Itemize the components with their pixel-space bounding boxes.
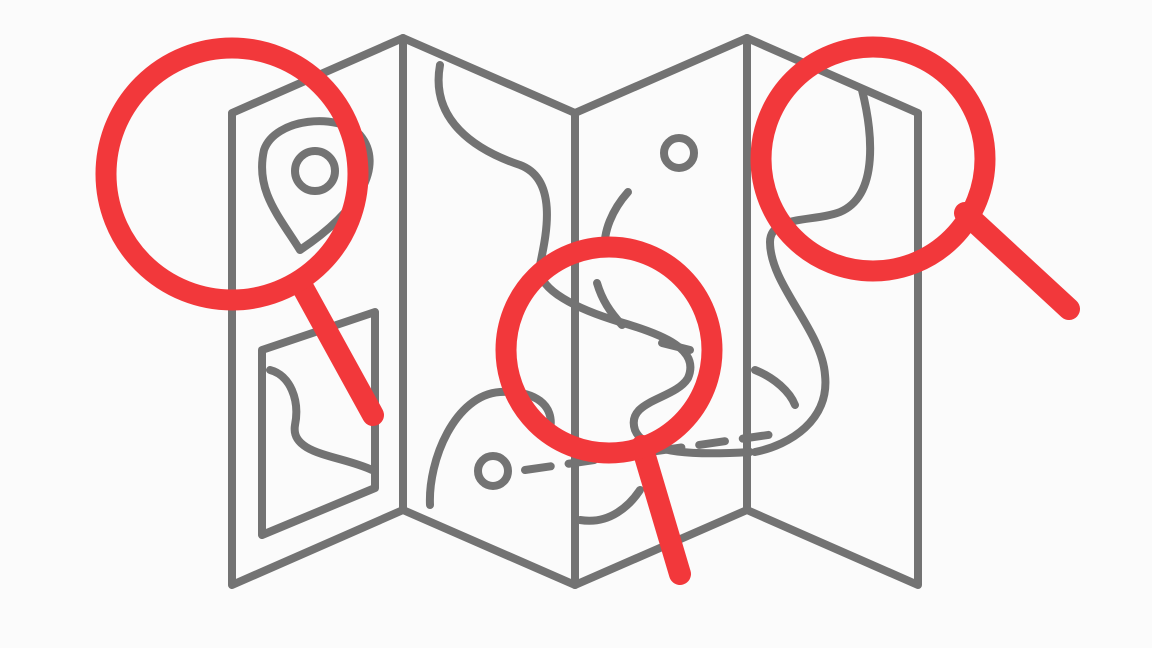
magnifying-glass-icon <box>495 236 723 585</box>
map-path-segment <box>658 339 694 354</box>
magnifier-handle <box>954 202 1080 320</box>
magnifier-handle <box>291 275 384 426</box>
illustration-stage <box>0 0 1152 648</box>
map-path-segment <box>576 486 644 525</box>
map-location-dot <box>660 134 698 172</box>
magnifying-glass-icon <box>95 37 384 426</box>
map-location-dot <box>474 452 512 490</box>
folded-map-illustration <box>95 34 1080 589</box>
map-path-segment <box>751 366 799 409</box>
map-inset-frame <box>258 308 379 539</box>
location-pin-dot <box>291 147 339 195</box>
